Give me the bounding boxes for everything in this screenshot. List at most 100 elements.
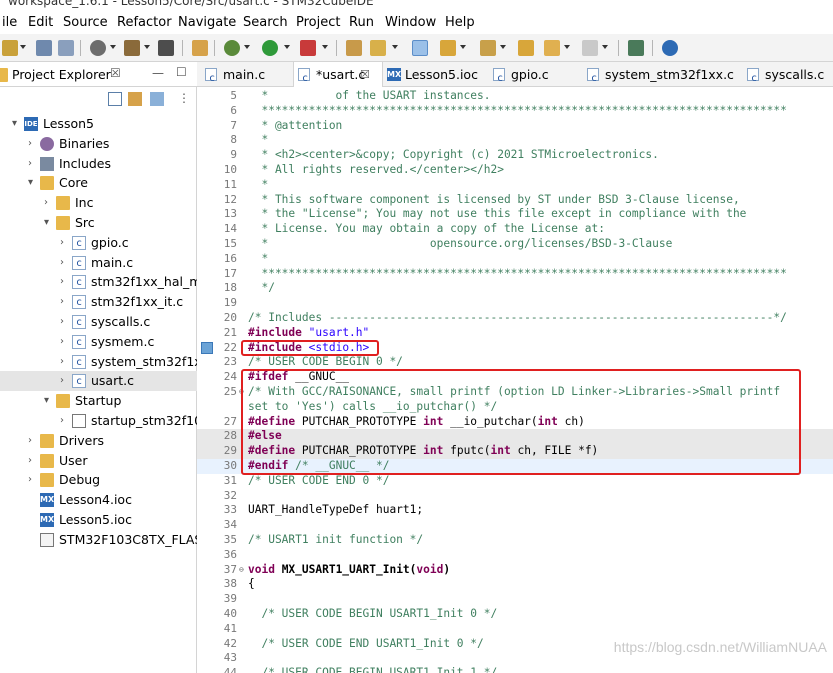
back-arrow-icon[interactable] xyxy=(544,40,560,56)
code-line[interactable]: 11 * xyxy=(197,178,833,193)
expand-arrow-icon[interactable]: ▾ xyxy=(28,173,38,193)
code-line[interactable]: 16 * xyxy=(197,252,833,267)
search-icon[interactable] xyxy=(370,40,386,56)
collapse-arrow-icon[interactable]: › xyxy=(60,233,70,253)
collapse-arrow-icon[interactable] xyxy=(28,530,38,550)
collapse-arrow-icon[interactable]: › xyxy=(60,371,70,391)
tree-item[interactable]: › Binaries xyxy=(0,134,197,154)
code-line[interactable]: 13 * the "License"; You may not use this… xyxy=(197,207,833,222)
code-line[interactable]: 38 { xyxy=(197,577,833,592)
project-explorer-tab[interactable]: Project Explorer ☒ — ☐ xyxy=(0,62,197,87)
settings-icon[interactable] xyxy=(90,40,106,56)
minimize-icon[interactable]: — xyxy=(152,66,164,80)
editor-tab[interactable]: main.c xyxy=(201,62,293,91)
editor-tab[interactable]: syscalls.c xyxy=(743,62,833,91)
hand-icon[interactable] xyxy=(192,40,208,56)
collapse-all-icon[interactable] xyxy=(108,92,122,106)
save-all-icon[interactable] xyxy=(58,40,74,56)
tree-item[interactable]: MX Lesson5.ioc xyxy=(0,510,197,530)
code-line[interactable]: 15 * opensource.org/licenses/BSD-3-Claus… xyxy=(197,237,833,252)
code-line[interactable]: 39 xyxy=(197,592,833,607)
tree-item[interactable]: › User xyxy=(0,451,197,471)
run-dropdown-icon[interactable] xyxy=(284,45,290,49)
new-dropdown-icon[interactable] xyxy=(20,45,26,49)
code-editor[interactable]: 5 * of the USART instances. 6 ***********… xyxy=(197,87,833,673)
build-dropdown-icon[interactable] xyxy=(144,45,150,49)
editor-tab[interactable]: gpio.c xyxy=(489,62,583,91)
settings-dropdown-icon[interactable] xyxy=(110,45,116,49)
search-dropdown-icon[interactable] xyxy=(392,45,398,49)
tree-item[interactable]: › Drivers xyxy=(0,431,197,451)
editor-tab[interactable]: MX Lesson5.ioc xyxy=(383,62,489,87)
code-line[interactable]: 10 * All rights reserved.</center></h2> xyxy=(197,163,833,178)
collapse-arrow-icon[interactable] xyxy=(28,490,38,510)
editor-tab[interactable]: system_stm32f1xx.c xyxy=(583,62,743,91)
tree-item[interactable]: › startup_stm32f103c8 xyxy=(0,411,225,431)
menu-file[interactable]: ile xyxy=(2,15,17,30)
menu-project[interactable]: Project xyxy=(296,15,340,30)
tree-item[interactable]: › sysmem.c xyxy=(0,332,197,353)
forward-arrow-icon[interactable] xyxy=(582,40,598,56)
collapse-arrow-icon[interactable]: › xyxy=(28,154,38,174)
collapse-arrow-icon[interactable]: › xyxy=(60,272,70,292)
tree-item[interactable]: › Debug xyxy=(0,470,197,490)
external-tools-dropdown-icon[interactable] xyxy=(322,45,328,49)
expand-arrow-icon[interactable]: ▾ xyxy=(44,391,54,411)
collapse-arrow-icon[interactable]: › xyxy=(28,431,38,451)
bookmark-marker-icon[interactable] xyxy=(201,341,213,354)
external-tools-icon[interactable] xyxy=(300,40,316,56)
code-line[interactable]: 17 *************************************… xyxy=(197,267,833,282)
editor-tab[interactable]: *usart.c☒ xyxy=(293,62,383,91)
code-line[interactable]: 40 /* USER CODE BEGIN USART1_Init 0 */ xyxy=(197,607,833,622)
code-line[interactable]: 34 xyxy=(197,518,833,533)
expand-arrow-icon[interactable]: ▾ xyxy=(44,213,54,233)
link-with-editor-icon[interactable] xyxy=(128,92,142,106)
run-play-icon[interactable] xyxy=(262,40,278,56)
collapse-arrow-icon[interactable] xyxy=(28,510,38,530)
mark-occurrences-icon[interactable] xyxy=(412,40,428,56)
menu-refactor[interactable]: Refactor xyxy=(117,15,172,30)
tree-item[interactable]: ▾ Src xyxy=(0,213,197,233)
code-line[interactable]: 33 UART_HandleTypeDef huart1; xyxy=(197,503,833,518)
collapse-arrow-icon[interactable]: › xyxy=(60,352,70,372)
collapse-arrow-icon[interactable]: › xyxy=(60,253,70,273)
next-annotation-dropdown-icon[interactable] xyxy=(460,45,466,49)
tree-item[interactable]: ▾ Core xyxy=(0,173,197,193)
open-type-icon[interactable] xyxy=(346,40,362,56)
collapse-arrow-icon[interactable]: › xyxy=(44,193,54,213)
code-line[interactable]: 41 xyxy=(197,622,833,637)
back-dropdown-icon[interactable] xyxy=(564,45,570,49)
tree-item[interactable]: STM32F103C8TX_FLASH.ld xyxy=(0,530,227,550)
collapse-arrow-icon[interactable]: › xyxy=(28,451,38,471)
code-line[interactable]: 20 /* Includes --------------------------… xyxy=(197,311,833,326)
code-line[interactable]: 44 /* USER CODE BEGIN USART1_Init 1 */ xyxy=(197,666,833,673)
save-icon[interactable] xyxy=(36,40,52,56)
code-line[interactable]: 32 xyxy=(197,489,833,504)
collapse-arrow-icon[interactable]: › xyxy=(60,332,70,352)
menu-navigate[interactable]: Navigate xyxy=(178,15,236,30)
expand-arrow-icon[interactable]: ▾ xyxy=(12,114,22,134)
tree-item[interactable]: ▾ Startup xyxy=(0,391,197,411)
code-line[interactable]: 18 */ xyxy=(197,281,833,296)
tree-item[interactable]: › Includes xyxy=(0,154,197,174)
code-line[interactable]: 9 * <h2><center>&copy; Copyright (c) 202… xyxy=(197,148,833,163)
filter-icon[interactable] xyxy=(150,92,164,106)
debug-bug-icon[interactable] xyxy=(224,40,240,56)
view-menu-icon[interactable]: ⋮ xyxy=(178,91,190,105)
code-line[interactable]: 36 xyxy=(197,548,833,563)
tree-item[interactable]: MX Lesson4.ioc xyxy=(0,490,197,510)
code-line[interactable]: 23 /* USER CODE BEGIN 0 */ xyxy=(197,355,833,370)
tree-item[interactable]: › gpio.c xyxy=(0,233,197,254)
code-line[interactable]: 31 /* USER CODE END 0 */ xyxy=(197,474,833,489)
code-line[interactable]: 14 * License. You may obtain a copy of t… xyxy=(197,222,833,237)
binary-icon[interactable] xyxy=(158,40,174,56)
build-hammer-icon[interactable] xyxy=(124,40,140,56)
code-line[interactable]: 19 xyxy=(197,296,833,311)
collapse-arrow-icon[interactable]: › xyxy=(60,411,70,431)
menu-edit[interactable]: Edit xyxy=(28,15,53,30)
code-line[interactable]: 8 * xyxy=(197,133,833,148)
last-edit-icon[interactable] xyxy=(518,40,534,56)
tree-item[interactable]: › main.c xyxy=(0,253,197,274)
fold-toggle-icon[interactable]: ⊖ xyxy=(239,563,244,578)
info-icon[interactable] xyxy=(662,40,678,56)
